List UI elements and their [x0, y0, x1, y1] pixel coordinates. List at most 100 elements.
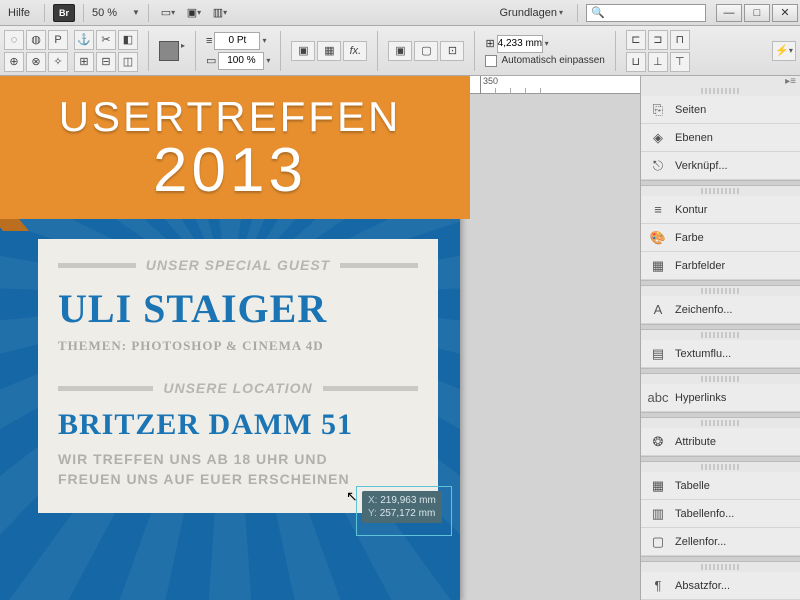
- panel-attribute[interactable]: ❂ Attribute: [641, 428, 800, 456]
- cursor-icon: ↖: [346, 488, 358, 505]
- panel-icon: ⎋: [649, 157, 667, 175]
- screen-mode-icon[interactable]: ▣▾: [183, 3, 205, 23]
- fill-swatch[interactable]: [159, 41, 179, 61]
- panel-farbe[interactable]: 🎨 Farbe: [641, 224, 800, 252]
- control-toolbar: ◌ ◍ P ⊕ ⊗ ✧ ⚓ ✂ ◧ ⊞ ⊟ ◫ ▸ ≡ ▾: [0, 26, 800, 76]
- workspace-dropdown[interactable]: Grundlagen ▾: [493, 5, 569, 21]
- panel-label: Hyperlinks: [675, 392, 726, 404]
- frame-size-field[interactable]: ⊞ ▾: [485, 35, 604, 53]
- tool-icon[interactable]: ⊕: [4, 52, 24, 72]
- stroke-weight-field[interactable]: ≡ ▾: [206, 32, 270, 50]
- guest-name: ULI STAIGER: [58, 285, 418, 332]
- panel-tabelle[interactable]: ▦ Tabelle: [641, 472, 800, 500]
- view-options-icon[interactable]: ▭▾: [157, 3, 179, 23]
- tool-icon[interactable]: ⊞: [74, 52, 94, 72]
- panel-label: Kontur: [675, 204, 707, 216]
- panel-label: Tabellenfo...: [675, 508, 734, 520]
- search-field[interactable]: 🔍: [586, 4, 706, 22]
- panel-zellenfor[interactable]: ▢ Zellenfor...: [641, 528, 800, 556]
- opacity-field[interactable]: ▭ ▾: [206, 52, 270, 70]
- panel-icon: ¶: [649, 577, 667, 595]
- panel-icon: ▦: [649, 477, 667, 495]
- panel-icon: A: [649, 301, 667, 319]
- panel-icon: 🎨: [649, 229, 667, 247]
- panel-icon: ≡: [649, 201, 667, 219]
- panel-label: Seiten: [675, 104, 706, 116]
- anchor-icon[interactable]: ⚓: [74, 30, 94, 50]
- panel-icon: ❂: [649, 433, 667, 451]
- panel-label: Zeichenfo...: [675, 304, 732, 316]
- panel-label: Textumflu...: [675, 348, 731, 360]
- panel-label: Ebenen: [675, 132, 713, 144]
- autofit-checkbox[interactable]: Automatisch einpassen: [485, 55, 604, 67]
- panel-icon: abc: [649, 389, 667, 407]
- search-icon: 🔍: [591, 6, 605, 19]
- fitting-icon[interactable]: ▣: [388, 41, 412, 61]
- align-icon[interactable]: ⊔: [626, 52, 646, 72]
- align-icon[interactable]: ⊓: [670, 30, 690, 50]
- address: BRITZER DAMM 51: [58, 408, 418, 442]
- panel-label: Absatzfor...: [675, 580, 730, 592]
- panel-farbfelder[interactable]: ▦ Farbfelder: [641, 252, 800, 280]
- align-icon[interactable]: ⊤: [670, 52, 690, 72]
- help-menu[interactable]: Hilfe: [2, 5, 36, 21]
- panel-hyperlinks[interactable]: abc Hyperlinks: [641, 384, 800, 412]
- panel-seiten[interactable]: ⎘ Seiten: [641, 96, 800, 124]
- tool-icon[interactable]: ◫: [118, 52, 138, 72]
- arrange-icon[interactable]: ▥▾: [209, 3, 231, 23]
- panel-zeichenfo[interactable]: A Zeichenfo...: [641, 296, 800, 324]
- panel-icon: ⎘: [649, 101, 667, 119]
- cursor-tooltip: X: 219,963 mm Y: 257,172 mm: [362, 491, 442, 523]
- panel-kontur[interactable]: ≡ Kontur: [641, 196, 800, 224]
- panel-icon: ▤: [649, 345, 667, 363]
- tool-icon[interactable]: ▣: [291, 41, 315, 61]
- tool-icon[interactable]: ◍: [26, 30, 46, 50]
- section-label: UNSER SPECIAL GUEST: [58, 257, 418, 273]
- panel-verknpf[interactable]: ⎋ Verknüpf...: [641, 152, 800, 180]
- fitting-icon[interactable]: ⊡: [440, 41, 464, 61]
- panel-label: Attribute: [675, 436, 716, 448]
- panel-textumflu[interactable]: ▤ Textumflu...: [641, 340, 800, 368]
- zoom-dropdown[interactable]: 50 %▼: [92, 7, 140, 19]
- tool-icon[interactable]: P: [48, 30, 68, 50]
- menu-bar: Hilfe Br 50 %▼ ▭▾ ▣▾ ▥▾ Grundlagen ▾ 🔍 —…: [0, 0, 800, 26]
- panel-label: Verknüpf...: [675, 160, 728, 172]
- panel-label: Farbe: [675, 232, 704, 244]
- tool-icon[interactable]: ▦: [317, 41, 341, 61]
- tool-icon[interactable]: ✧: [48, 52, 68, 72]
- maximize-button[interactable]: □: [744, 4, 770, 22]
- align-icon[interactable]: ⊥: [648, 52, 668, 72]
- guest-subtitle: THEMEN: PHOTOSHOP & CINEMA 4D: [58, 338, 418, 354]
- panel-dock: ▸≡ ⎘ Seiten ◈ Ebenen ⎋ Verknüpf... ≡ Kontur 🎨 Far…: [640, 76, 800, 600]
- tool-icon[interactable]: ◧: [118, 30, 138, 50]
- panel-label: Tabelle: [675, 480, 710, 492]
- search-input[interactable]: [609, 7, 699, 19]
- tool-icon[interactable]: ⊗: [26, 52, 46, 72]
- content-card: UNSER SPECIAL GUEST ULI STAIGER THEMEN: …: [38, 239, 438, 513]
- panel-icon: ◈: [649, 129, 667, 147]
- canvas-area[interactable]: 50100150200250300350 USERTREFFEN 2013 UN…: [0, 76, 640, 600]
- panel-icon: ▦: [649, 257, 667, 275]
- body-text: WIR TREFFEN UNS AB 18 UHR UND FREUEN UNS…: [58, 450, 418, 489]
- panel-label: Farbfelder: [675, 260, 725, 272]
- fx-icon[interactable]: fx.: [343, 41, 367, 61]
- panel-menu-icon[interactable]: ▸≡: [785, 76, 796, 86]
- align-icon[interactable]: ⊐: [648, 30, 668, 50]
- tool-icon[interactable]: ⊟: [96, 52, 116, 72]
- close-button[interactable]: ✕: [772, 4, 798, 22]
- panel-label: Zellenfor...: [675, 536, 726, 548]
- panel-absatzfor[interactable]: ¶ Absatzfor...: [641, 572, 800, 600]
- fitting-icon[interactable]: ▢: [414, 41, 438, 61]
- panel-icon: ▢: [649, 533, 667, 551]
- align-icon[interactable]: ⊏: [626, 30, 646, 50]
- flash-icon[interactable]: ⚡▾: [772, 41, 796, 61]
- panel-ebenen[interactable]: ◈ Ebenen: [641, 124, 800, 152]
- tool-icon[interactable]: ◌: [4, 30, 24, 50]
- panel-icon: ▥: [649, 505, 667, 523]
- bridge-button[interactable]: Br: [53, 4, 75, 22]
- section-label: UNSERE LOCATION: [58, 380, 418, 396]
- banner: USERTREFFEN 2013: [0, 76, 470, 219]
- tool-icon[interactable]: ✂: [96, 30, 116, 50]
- panel-tabellenfo[interactable]: ▥ Tabellenfo...: [641, 500, 800, 528]
- minimize-button[interactable]: —: [716, 4, 742, 22]
